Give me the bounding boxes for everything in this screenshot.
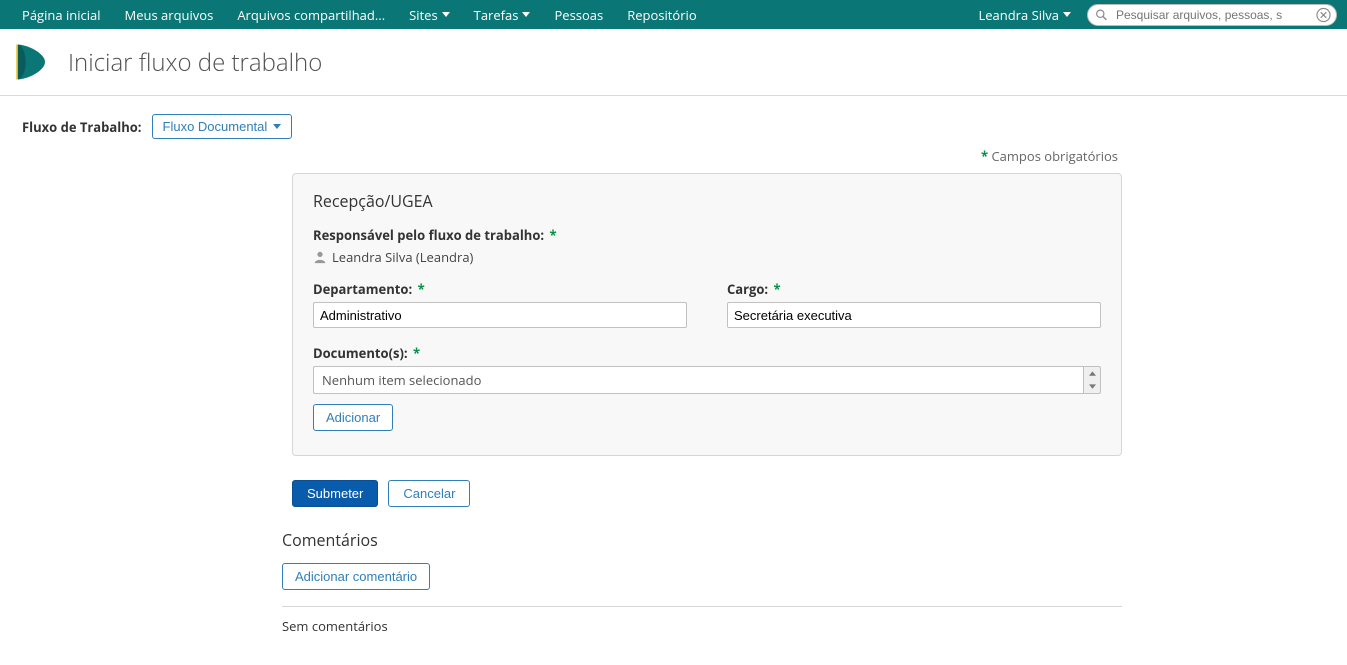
documentos-list[interactable]: Nenhum item selecionado [313, 366, 1084, 394]
nav-tasks-label: Tarefas [474, 6, 519, 24]
required-star-icon: * [549, 226, 556, 244]
required-star-icon: * [413, 344, 420, 362]
nav-tasks[interactable]: Tarefas [462, 0, 543, 29]
required-note: * Campos obrigatórios [22, 147, 1122, 165]
chevron-down-icon [273, 124, 281, 129]
cancel-button[interactable]: Cancelar [388, 480, 470, 507]
nav-home-label: Página inicial [22, 6, 101, 24]
submit-button[interactable]: Submeter [292, 480, 378, 507]
cargo-field: Cargo: * [727, 280, 1101, 328]
nav-sites-label: Sites [409, 6, 438, 24]
nav-right: Leandra Silva [972, 4, 1337, 26]
add-document-button[interactable]: Adicionar [313, 404, 393, 431]
workflow-selected: Fluxo Documental [163, 119, 268, 134]
required-star-icon: * [774, 280, 781, 298]
workflow-row: Fluxo de Trabalho: Fluxo Documental [22, 114, 1327, 139]
title-bar: Iniciar fluxo de trabalho [0, 29, 1347, 96]
chevron-down-icon [442, 12, 450, 17]
nav-home[interactable]: Página inicial [10, 0, 113, 29]
documentos-field: Documento(s): * Nenhum item selecionado [313, 344, 1101, 431]
nav-repo-label: Repositório [627, 6, 696, 24]
responsavel-value: Leandra Silva (Leandra) [332, 248, 473, 266]
app-logo-icon [10, 41, 52, 83]
documentos-label: Documento(s): [313, 344, 408, 362]
user-menu[interactable]: Leandra Silva [972, 6, 1077, 24]
nav-people[interactable]: Pessoas [542, 0, 615, 29]
nav-repo[interactable]: Repositório [615, 0, 708, 29]
workflow-select[interactable]: Fluxo Documental [152, 114, 293, 139]
page-title: Iniciar fluxo de trabalho [68, 46, 322, 79]
user-name: Leandra Silva [978, 6, 1059, 24]
nav-shared-label: Arquivos compartilhad... [237, 6, 385, 24]
departamento-field: Departamento: * [313, 280, 687, 328]
search-icon [1095, 8, 1108, 21]
action-row: Submeter Cancelar [292, 480, 1122, 507]
scroll-up-button[interactable] [1084, 367, 1100, 380]
comments-empty: Sem comentários [282, 606, 1122, 635]
user-icon [313, 250, 327, 264]
responsavel-label: Responsável pelo fluxo de trabalho: [313, 226, 544, 244]
workflow-label: Fluxo de Trabalho: [22, 118, 142, 136]
chevron-down-icon [522, 12, 530, 17]
chevron-down-icon [1063, 12, 1071, 17]
nav-left: Página inicial Meus arquivos Arquivos co… [10, 0, 709, 29]
nav-people-label: Pessoas [554, 6, 603, 24]
responsavel-user: Leandra Silva (Leandra) [313, 248, 1101, 266]
nav-myfiles[interactable]: Meus arquivos [113, 0, 226, 29]
comments-title: Comentários [282, 529, 1122, 551]
nav-myfiles-label: Meus arquivos [125, 6, 214, 24]
search-wrap [1087, 4, 1337, 26]
main-content: Fluxo de Trabalho: Fluxo Documental * Ca… [0, 96, 1347, 665]
comments-section: Comentários Adicionar comentário Sem com… [22, 529, 1122, 635]
chevron-down-icon [1089, 384, 1096, 389]
scroll-down-button[interactable] [1084, 380, 1100, 393]
chevron-up-icon [1089, 371, 1096, 376]
required-star-icon: * [418, 280, 425, 298]
nav-shared[interactable]: Arquivos compartilhad... [225, 0, 397, 29]
add-comment-button[interactable]: Adicionar comentário [282, 563, 430, 590]
top-navbar: Página inicial Meus arquivos Arquivos co… [0, 0, 1347, 29]
clear-search-icon[interactable] [1316, 7, 1331, 22]
nav-sites[interactable]: Sites [397, 0, 462, 29]
required-text: Campos obrigatórios [991, 147, 1118, 165]
search-input[interactable] [1087, 4, 1337, 26]
departamento-input[interactable] [313, 302, 687, 328]
documentos-scroll [1084, 366, 1101, 394]
responsavel-field: Responsável pelo fluxo de trabalho: * Le… [313, 226, 1101, 266]
required-star-icon: * [981, 147, 988, 165]
cargo-input[interactable] [727, 302, 1101, 328]
panel-title: Recepção/UGEA [313, 190, 1101, 212]
cargo-label: Cargo: [727, 280, 768, 298]
departamento-label: Departamento: [313, 280, 412, 298]
panel-recepcao: Recepção/UGEA Responsável pelo fluxo de … [292, 173, 1122, 456]
documentos-empty-text: Nenhum item selecionado [322, 371, 481, 389]
